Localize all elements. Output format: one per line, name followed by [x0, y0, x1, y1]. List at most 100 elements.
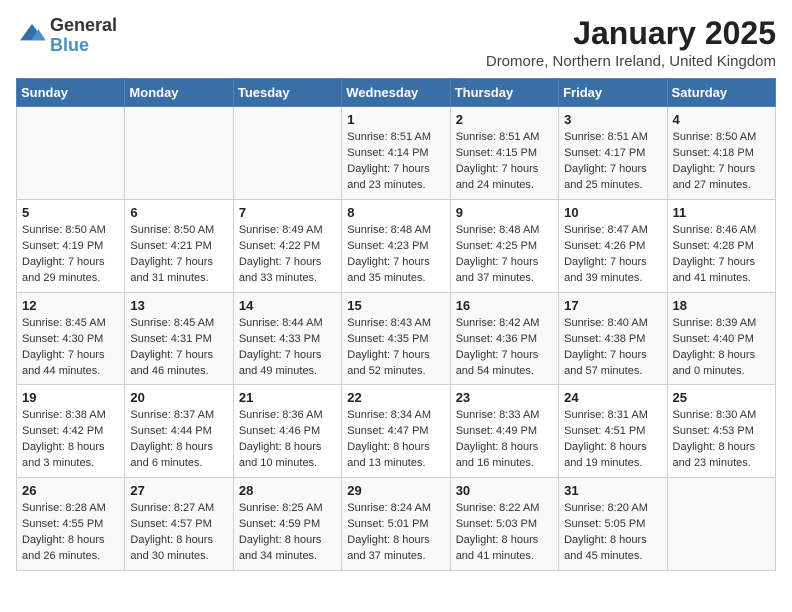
- calendar-cell: 5 Sunrise: 8:50 AMSunset: 4:19 PMDaylight…: [17, 199, 125, 292]
- page-header: General Blue January 2025 Dromore, North…: [16, 16, 776, 70]
- cell-content: Sunrise: 8:36 AMSunset: 4:46 PMDaylight:…: [239, 408, 336, 472]
- cell-content: Sunrise: 8:31 AMSunset: 4:51 PMDaylight:…: [564, 408, 661, 472]
- cell-content: Sunrise: 8:27 AMSunset: 4:57 PMDaylight:…: [130, 501, 227, 565]
- calendar-cell: 17 Sunrise: 8:40 AMSunset: 4:38 PMDayligh…: [559, 292, 667, 385]
- day-number: 9: [456, 205, 553, 220]
- calendar-cell: 13 Sunrise: 8:45 AMSunset: 4:31 PMDayligh…: [125, 292, 233, 385]
- calendar-cell: 27 Sunrise: 8:27 AMSunset: 4:57 PMDayligh…: [125, 478, 233, 571]
- calendar-cell: 9 Sunrise: 8:48 AMSunset: 4:25 PMDaylight…: [450, 199, 558, 292]
- day-number: 12: [22, 298, 119, 313]
- day-number: 27: [130, 483, 227, 498]
- calendar-cell: 7 Sunrise: 8:49 AMSunset: 4:22 PMDaylight…: [233, 199, 341, 292]
- logo: General Blue: [16, 16, 117, 56]
- calendar-cell: [667, 478, 775, 571]
- cell-content: Sunrise: 8:40 AMSunset: 4:38 PMDaylight:…: [564, 316, 661, 380]
- day-number: 6: [130, 205, 227, 220]
- calendar-cell: 8Sunrise: 8:48 AMSunset: 4:23 PMDaylight…: [342, 199, 450, 292]
- day-number: 28: [239, 483, 336, 498]
- cell-content: Sunrise: 8:51 AMSunset: 4:17 PMDaylight:…: [564, 130, 661, 194]
- cell-content: Sunrise: 8:51 AMSunset: 4:14 PMDaylight:…: [347, 130, 444, 194]
- day-number: 24: [564, 390, 661, 405]
- cell-content: Sunrise: 8:50 AMSunset: 4:18 PMDaylight:…: [673, 130, 770, 194]
- calendar-cell: 19 Sunrise: 8:38 AMSunset: 4:42 PMDayligh…: [17, 385, 125, 478]
- day-number: 29: [347, 483, 444, 498]
- cell-content: Sunrise: 8:46 AMSunset: 4:28 PMDaylight:…: [673, 223, 770, 287]
- cell-content: Sunrise: 8:24 AMSunset: 5:01 PMDaylight:…: [347, 501, 444, 565]
- calendar-table: SundayMondayTuesdayWednesdayThursdayFrid…: [16, 78, 776, 571]
- day-number: 5: [22, 205, 119, 220]
- cell-content: Sunrise: 8:22 AMSunset: 5:03 PMDaylight:…: [456, 501, 553, 565]
- calendar-cell: 4 Sunrise: 8:50 AMSunset: 4:18 PMDaylight…: [667, 107, 775, 200]
- calendar-cell: 3 Sunrise: 8:51 AMSunset: 4:17 PMDaylight…: [559, 107, 667, 200]
- calendar-cell: [233, 107, 341, 200]
- calendar-cell: 10Sunrise: 8:47 AMSunset: 4:26 PMDayligh…: [559, 199, 667, 292]
- day-number: 14: [239, 298, 336, 313]
- cell-content: Sunrise: 8:45 AMSunset: 4:30 PMDaylight:…: [22, 316, 119, 380]
- header-cell-monday: Monday: [125, 79, 233, 107]
- day-number: 4: [673, 112, 770, 127]
- cell-content: Sunrise: 8:49 AMSunset: 4:22 PMDaylight:…: [239, 223, 336, 287]
- day-number: 11: [673, 205, 770, 220]
- day-number: 16: [456, 298, 553, 313]
- calendar-week-row: 1 Sunrise: 8:51 AMSunset: 4:14 PMDaylight…: [17, 107, 776, 200]
- day-number: 30: [456, 483, 553, 498]
- day-number: 1: [347, 112, 444, 127]
- calendar-week-row: 19 Sunrise: 8:38 AMSunset: 4:42 PMDayligh…: [17, 385, 776, 478]
- cell-content: Sunrise: 8:50 AMSunset: 4:19 PMDaylight:…: [22, 223, 119, 287]
- day-number: 22: [347, 390, 444, 405]
- title-block: January 2025 Dromore, Northern Ireland, …: [486, 16, 776, 70]
- day-number: 15: [347, 298, 444, 313]
- calendar-cell: [125, 107, 233, 200]
- calendar-cell: 25Sunrise: 8:30 AMSunset: 4:53 PMDayligh…: [667, 385, 775, 478]
- cell-content: Sunrise: 8:38 AMSunset: 4:42 PMDaylight:…: [22, 408, 119, 472]
- day-number: 26: [22, 483, 119, 498]
- header-cell-sunday: Sunday: [17, 79, 125, 107]
- cell-content: Sunrise: 8:39 AMSunset: 4:40 PMDaylight:…: [673, 316, 770, 380]
- calendar-week-row: 5 Sunrise: 8:50 AMSunset: 4:19 PMDaylight…: [17, 199, 776, 292]
- calendar-header-row: SundayMondayTuesdayWednesdayThursdayFrid…: [17, 79, 776, 107]
- calendar-cell: 30 Sunrise: 8:22 AMSunset: 5:03 PMDayligh…: [450, 478, 558, 571]
- calendar-title: January 2025: [486, 16, 776, 51]
- calendar-cell: 14 Sunrise: 8:44 AMSunset: 4:33 PMDayligh…: [233, 292, 341, 385]
- day-number: 13: [130, 298, 227, 313]
- cell-content: Sunrise: 8:48 AMSunset: 4:25 PMDaylight:…: [456, 223, 553, 287]
- header-cell-saturday: Saturday: [667, 79, 775, 107]
- cell-content: Sunrise: 8:45 AMSunset: 4:31 PMDaylight:…: [130, 316, 227, 380]
- calendar-cell: [17, 107, 125, 200]
- day-number: 10: [564, 205, 661, 220]
- logo-text-blue: Blue: [50, 36, 117, 56]
- calendar-cell: 28Sunrise: 8:25 AMSunset: 4:59 PMDayligh…: [233, 478, 341, 571]
- cell-content: Sunrise: 8:50 AMSunset: 4:21 PMDaylight:…: [130, 223, 227, 287]
- cell-content: Sunrise: 8:20 AMSunset: 5:05 PMDaylight:…: [564, 501, 661, 565]
- calendar-week-row: 26Sunrise: 8:28 AMSunset: 4:55 PMDayligh…: [17, 478, 776, 571]
- calendar-cell: 15Sunrise: 8:43 AMSunset: 4:35 PMDayligh…: [342, 292, 450, 385]
- logo-icon: [18, 22, 46, 44]
- calendar-cell: 12 Sunrise: 8:45 AMSunset: 4:30 PMDayligh…: [17, 292, 125, 385]
- day-number: 19: [22, 390, 119, 405]
- calendar-subtitle: Dromore, Northern Ireland, United Kingdo…: [486, 53, 776, 70]
- calendar-cell: 6 Sunrise: 8:50 AMSunset: 4:21 PMDaylight…: [125, 199, 233, 292]
- calendar-body: 1 Sunrise: 8:51 AMSunset: 4:14 PMDaylight…: [17, 107, 776, 571]
- calendar-cell: 16 Sunrise: 8:42 AMSunset: 4:36 PMDayligh…: [450, 292, 558, 385]
- calendar-cell: 20Sunrise: 8:37 AMSunset: 4:44 PMDayligh…: [125, 385, 233, 478]
- day-number: 2: [456, 112, 553, 127]
- header-cell-wednesday: Wednesday: [342, 79, 450, 107]
- day-number: 25: [673, 390, 770, 405]
- calendar-cell: 23Sunrise: 8:33 AMSunset: 4:49 PMDayligh…: [450, 385, 558, 478]
- day-number: 21: [239, 390, 336, 405]
- day-number: 23: [456, 390, 553, 405]
- calendar-cell: 26Sunrise: 8:28 AMSunset: 4:55 PMDayligh…: [17, 478, 125, 571]
- cell-content: Sunrise: 8:44 AMSunset: 4:33 PMDaylight:…: [239, 316, 336, 380]
- calendar-cell: 29 Sunrise: 8:24 AMSunset: 5:01 PMDayligh…: [342, 478, 450, 571]
- calendar-cell: 31Sunrise: 8:20 AMSunset: 5:05 PMDayligh…: [559, 478, 667, 571]
- cell-content: Sunrise: 8:42 AMSunset: 4:36 PMDaylight:…: [456, 316, 553, 380]
- day-number: 7: [239, 205, 336, 220]
- day-number: 17: [564, 298, 661, 313]
- calendar-cell: 11 Sunrise: 8:46 AMSunset: 4:28 PMDayligh…: [667, 199, 775, 292]
- day-number: 3: [564, 112, 661, 127]
- cell-content: Sunrise: 8:51 AMSunset: 4:15 PMDaylight:…: [456, 130, 553, 194]
- logo-text-general: General: [50, 16, 117, 36]
- calendar-cell: 2 Sunrise: 8:51 AMSunset: 4:15 PMDaylight…: [450, 107, 558, 200]
- calendar-cell: 21 Sunrise: 8:36 AMSunset: 4:46 PMDayligh…: [233, 385, 341, 478]
- calendar-cell: 22Sunrise: 8:34 AMSunset: 4:47 PMDayligh…: [342, 385, 450, 478]
